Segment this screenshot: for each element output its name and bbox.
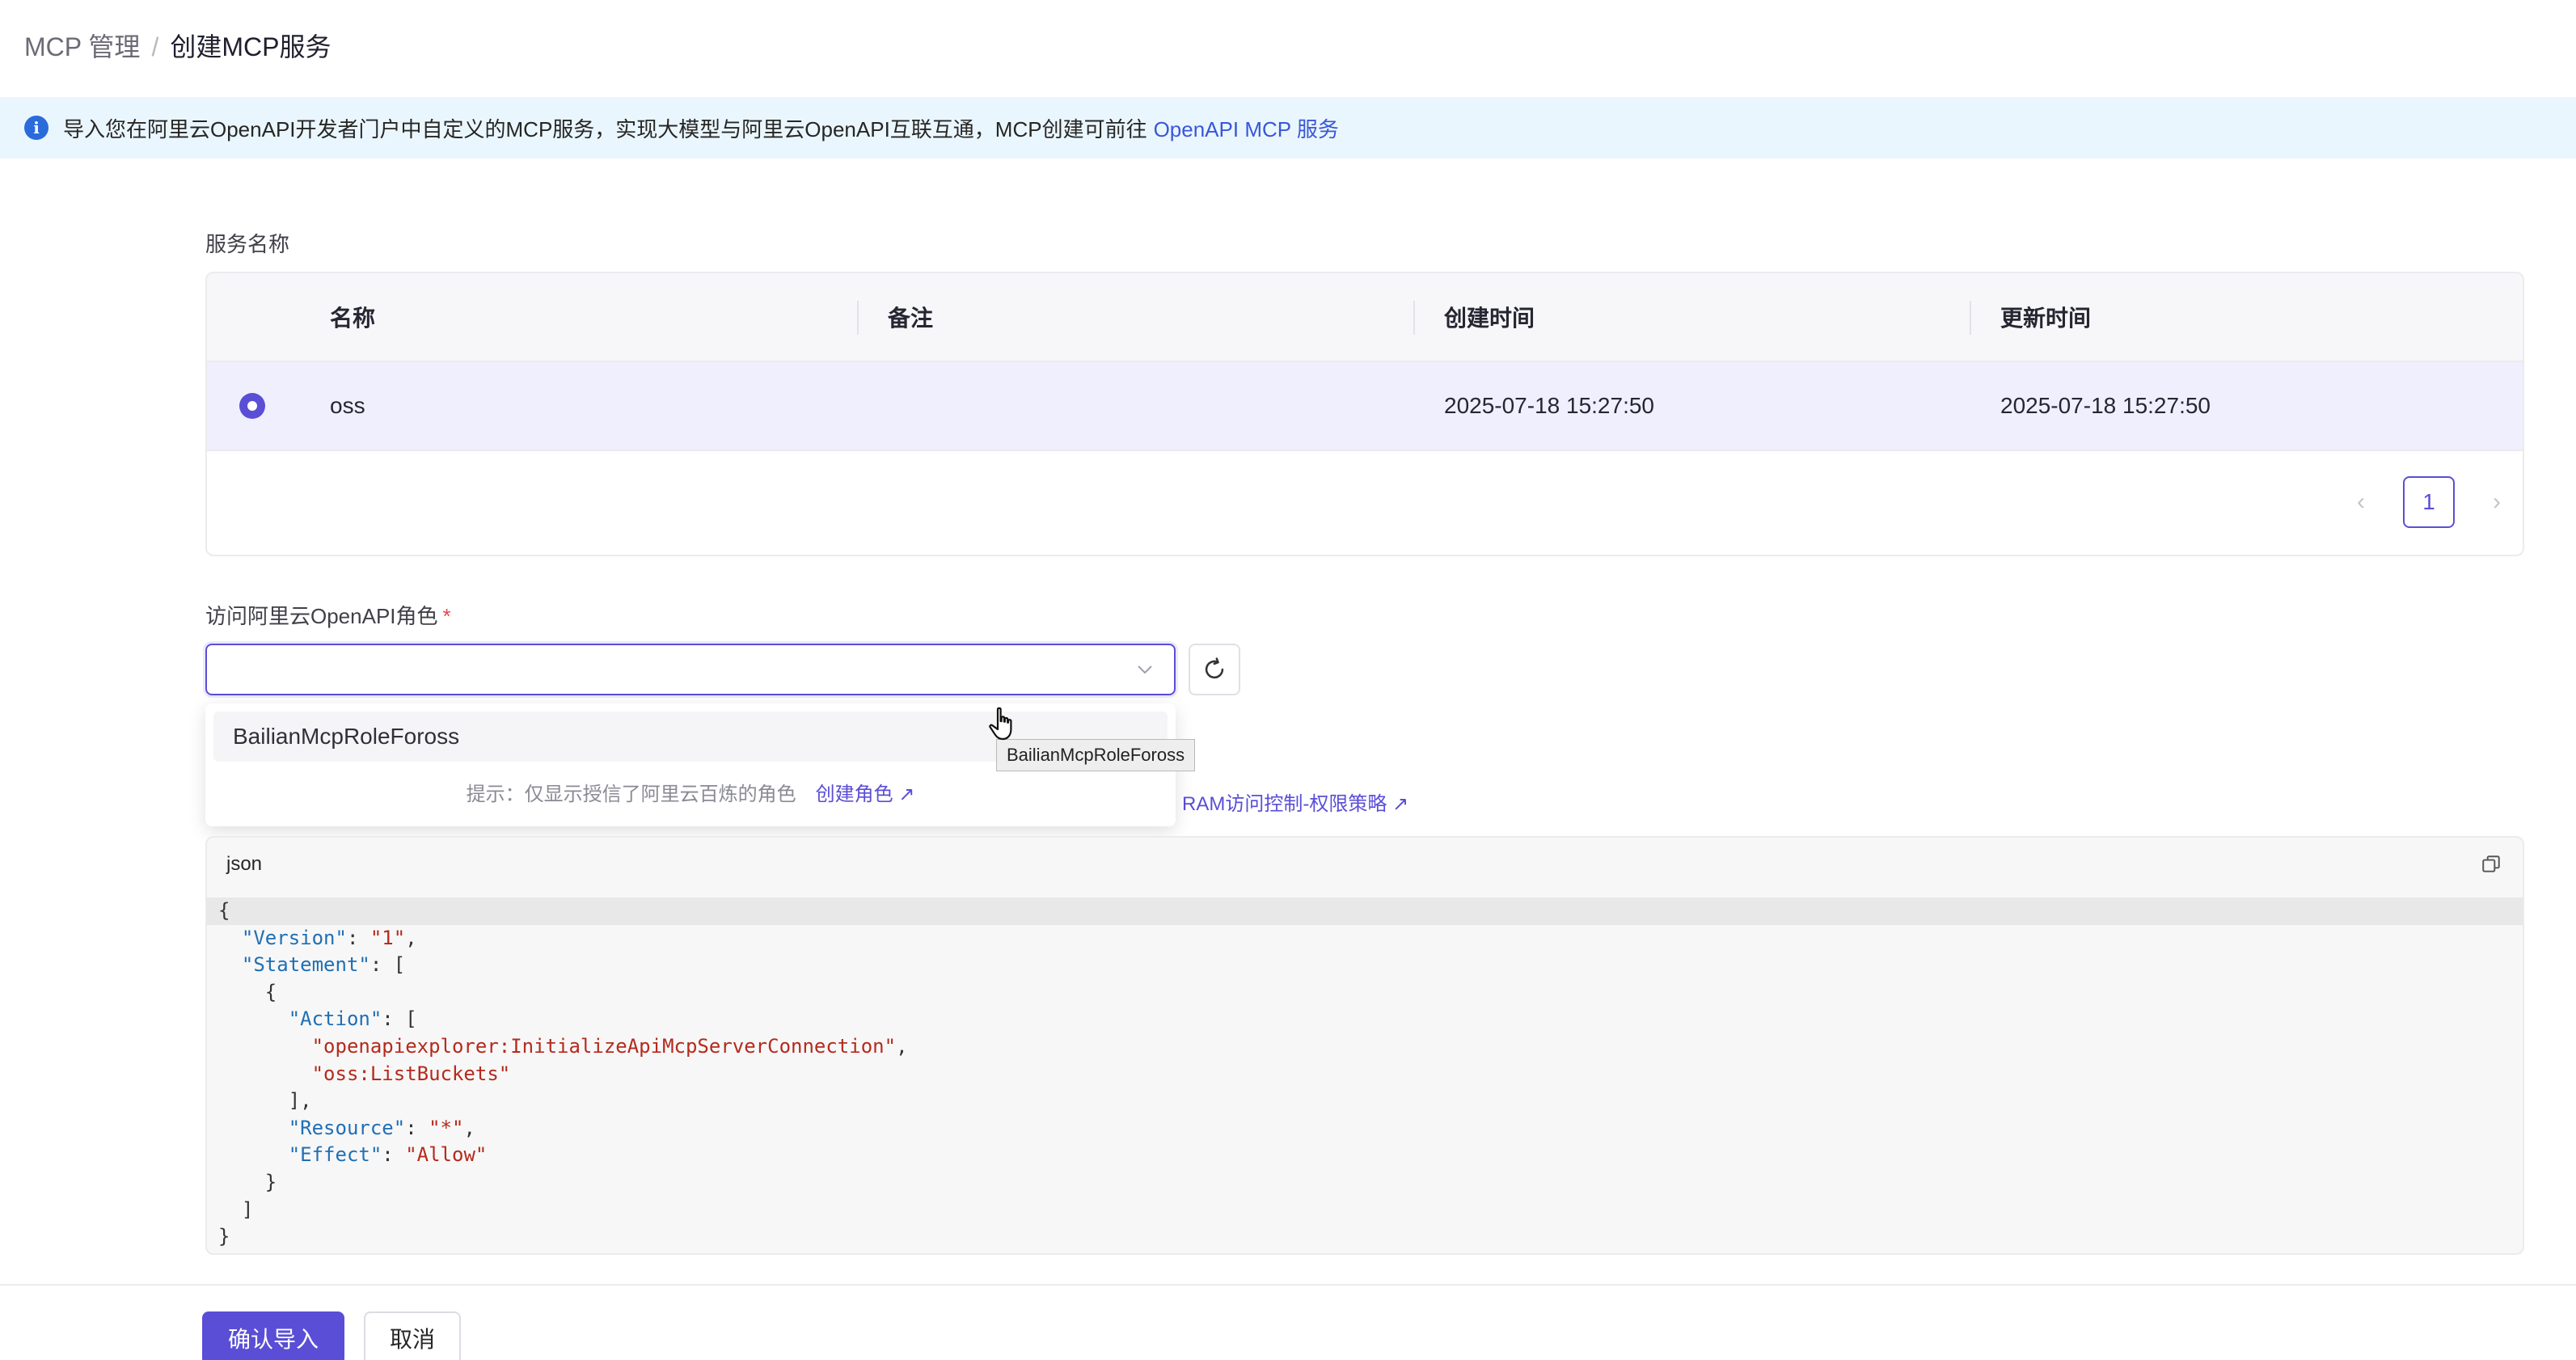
code-line: ],: [218, 1089, 312, 1113]
banner-text: 导入您在阿里云OpenAPI开发者门户中自定义的MCP服务，实现大模型与阿里云O…: [63, 116, 1147, 141]
dropdown-tip-text: 提示：仅显示授信了阿里云百炼的角色: [466, 783, 796, 805]
column-header-updated: 更新时间: [2000, 306, 2092, 331]
policy-code-block: json { "Version": "1", "Statement": [ { …: [205, 836, 2524, 1255]
cell-updated: 2025-07-18 15:27:50: [2000, 393, 2211, 418]
option-tooltip: BailianMcpRoleFoross: [996, 739, 1196, 771]
create-role-link[interactable]: 创建角色 ↗: [816, 778, 915, 806]
code-line: }: [218, 1225, 230, 1248]
role-label-text: 访问阿里云OpenAPI角色: [205, 604, 438, 628]
info-icon: i: [24, 116, 49, 140]
column-header-created: 创建时间: [1444, 306, 1535, 331]
code-line: "Version": "1",: [241, 926, 417, 949]
column-header-name: 名称: [330, 306, 376, 331]
confirm-import-button[interactable]: 确认导入: [202, 1311, 344, 1360]
breadcrumb-separator: /: [151, 32, 159, 61]
code-line: "Statement": [: [241, 953, 406, 977]
code-language: json: [226, 853, 263, 875]
pagination-page-1[interactable]: 1: [2403, 476, 2455, 528]
code-line: "Resource": "*",: [288, 1116, 475, 1139]
code-line: {: [218, 980, 277, 1003]
cell-created: 2025-07-18 15:27:50: [1444, 393, 1654, 418]
column-header-remark: 备注: [888, 306, 934, 331]
code-line: "openapiexplorer:InitializeApiMcpServerC…: [311, 1034, 908, 1058]
role-label: 访问阿里云OpenAPI角色 *: [205, 600, 451, 630]
code-line: ]: [218, 1197, 254, 1221]
pagination-prev-icon[interactable]: ‹: [2345, 486, 2377, 518]
ram-policy-link[interactable]: RAM访问控制-权限策略 ↗: [1182, 788, 1408, 816]
cancel-button[interactable]: 取消: [364, 1311, 461, 1360]
table-row[interactable]: oss 2025-07-18 15:27:50 2025-07-18 15:27…: [207, 362, 2523, 451]
breadcrumb-mcp-management[interactable]: MCP 管理: [24, 27, 140, 66]
required-mark: *: [442, 604, 451, 628]
column-divider: [857, 301, 859, 335]
code-line: {: [207, 898, 2523, 925]
dropdown-tip: 提示：仅显示授信了阿里云百炼的角色 创建角色 ↗: [205, 778, 1176, 806]
pagination: ‹ 1 ›: [2345, 475, 2523, 529]
column-divider: [1970, 301, 1971, 335]
refresh-icon: [1205, 657, 1224, 679]
code-line: "oss:ListBuckets": [311, 1062, 511, 1085]
column-divider: [1413, 301, 1415, 335]
pagination-next-icon[interactable]: ›: [2481, 486, 2513, 518]
code-line: "Effect": "Allow": [288, 1143, 488, 1167]
role-select[interactable]: [205, 644, 1176, 695]
copy-icon[interactable]: [2481, 854, 2502, 875]
code-content: { "Version": "1", "Statement": [ { "Acti…: [207, 898, 2523, 1251]
code-line: }: [218, 1170, 277, 1193]
table-header: 名称 备注 创建时间 更新时间: [207, 273, 2523, 362]
footer-divider: [0, 1284, 2576, 1286]
info-banner: i 导入您在阿里云OpenAPI开发者门户中自定义的MCP服务，实现大模型与阿里…: [0, 97, 2576, 158]
cell-name: oss: [330, 393, 365, 418]
service-name-label: 服务名称: [205, 232, 290, 256]
page-title: 创建MCP服务: [170, 32, 332, 61]
row-radio-selected[interactable]: [239, 393, 265, 419]
hand-cursor-icon: [989, 707, 1012, 741]
refresh-button[interactable]: [1189, 644, 1240, 695]
breadcrumb: MCP 管理 / 创建MCP服务: [24, 27, 331, 66]
openapi-mcp-service-link[interactable]: OpenAPI MCP 服务: [1154, 113, 1339, 143]
code-line: "Action": [: [288, 1007, 417, 1031]
code-header: json: [207, 838, 2523, 891]
chevron-down-icon: [1134, 658, 1156, 681]
service-table: 名称 备注 创建时间 更新时间 oss 2025-07-18 15:27:50 …: [205, 272, 2524, 556]
